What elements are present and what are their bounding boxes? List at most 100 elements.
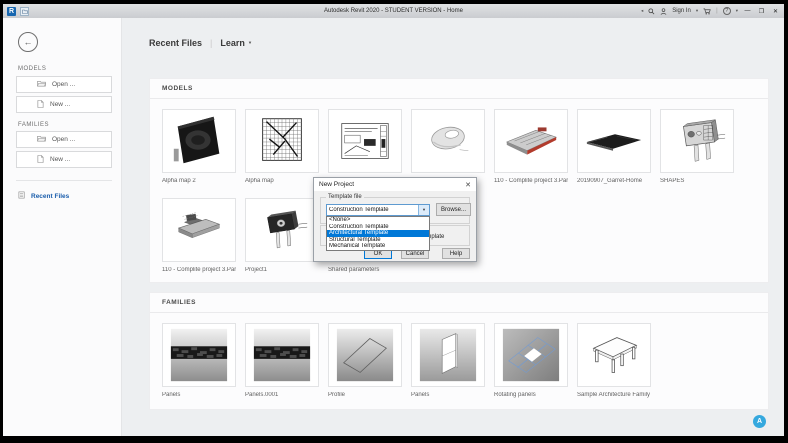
families-open-label: Open ... <box>52 136 75 143</box>
table-thumbnail <box>577 323 651 387</box>
revit-logo-icon[interactable]: R <box>7 7 16 16</box>
titlebar-divider: | <box>716 8 718 14</box>
caret-down-icon[interactable]: ▾ <box>696 9 698 14</box>
dialog-close-icon[interactable]: ✕ <box>465 181 471 189</box>
family-card[interactable]: Profile <box>328 323 402 405</box>
search-icon[interactable] <box>648 8 655 15</box>
card-label: Profile <box>328 392 402 398</box>
card-label: Shared parameters <box>328 267 402 273</box>
card-label: Panels.0001 <box>245 392 319 398</box>
restore-button[interactable]: ❐ <box>757 8 766 15</box>
model-card[interactable]: 110 - Complite project 3.Par... <box>494 109 568 191</box>
new-project-dialog: New Project ✕ Template file Construction… <box>313 177 477 262</box>
model-card[interactable]: 110 - Complite project 3.Par... <box>162 198 236 280</box>
sign-in-link[interactable]: Sign In <box>672 8 691 14</box>
families-new-button[interactable]: New ... <box>16 151 112 168</box>
model-card[interactable]: Alpha map 2 <box>162 109 236 191</box>
families-open-button[interactable]: Open ... <box>16 131 112 148</box>
family-card[interactable]: Panels <box>411 323 485 405</box>
families-row: Panels Panels.0001 Profile Panels <box>150 313 768 405</box>
sidebar-families-label: FAMILIES <box>18 122 49 128</box>
header-separator: | <box>210 38 212 48</box>
user-icon[interactable] <box>660 8 667 15</box>
browse-label: Browse... <box>441 207 466 213</box>
screen: R Autodesk Revit 2020 - STUDENT VERSION … <box>0 0 788 443</box>
template-file-label: Template file <box>326 194 364 200</box>
cart-icon[interactable] <box>703 8 711 15</box>
model-card[interactable]: 20190907_Garret-Home <box>577 109 651 191</box>
close-button[interactable]: ✕ <box>771 8 780 15</box>
flat-dark-thumbnail <box>577 109 651 173</box>
models-open-button[interactable]: Open ... <box>16 76 112 93</box>
card-label: Sample Architecture Family <box>577 392 651 398</box>
alpha-map-thumbnail <box>245 109 319 173</box>
sidebar-item-recent-files[interactable]: Recent Files <box>18 191 69 201</box>
page-header: Recent Files | Learn ▾ <box>149 38 251 48</box>
families-new-label: New ... <box>50 156 70 163</box>
models-open-label: Open ... <box>52 81 75 88</box>
family-card[interactable]: Panels <box>162 323 236 405</box>
cancel-label: Cancel <box>406 251 425 257</box>
card-label: 20190907_Garret-Home <box>577 178 651 184</box>
card-label: SHAPES <box>660 178 734 184</box>
sidebar-models-label: MODELS <box>18 66 46 72</box>
assembly-thumbnail <box>162 198 236 262</box>
card-label: Alpha map 2 <box>162 178 236 184</box>
ok-label: OK <box>374 251 383 257</box>
sheet-drawing-thumbnail <box>328 109 402 173</box>
family-card[interactable]: Rotating panels <box>494 323 568 405</box>
models-section-title: MODELS <box>150 79 768 99</box>
sidebar-divider <box>16 180 112 181</box>
template-combobox[interactable]: Construction Template ▾ <box>326 204 430 216</box>
family-card[interactable]: Sample Architecture Family <box>577 323 651 405</box>
card-label: 110 - Complite project 3.Par... <box>494 178 568 184</box>
family-card[interactable]: Panels.0001 <box>245 323 319 405</box>
model-card[interactable]: Project1 <box>245 198 319 280</box>
families-section: FAMILIES Panels Panels.0001 Profile <box>149 292 769 410</box>
tab-learn[interactable]: Learn <box>220 38 245 48</box>
families-section-title: FAMILIES <box>150 293 768 313</box>
panels-band-thumbnail <box>245 323 319 387</box>
minimize-button[interactable]: — <box>743 8 752 14</box>
browse-button[interactable]: Browse... <box>436 203 471 216</box>
shapes-box-thumbnail <box>660 109 734 173</box>
collapse-left-icon[interactable]: ◂ <box>641 9 643 14</box>
card-label: 110 - Complite project 3.Par... <box>162 267 236 273</box>
titlebar-folder-icon[interactable] <box>20 7 29 16</box>
help-icon[interactable]: ? <box>723 7 731 15</box>
profile-thumbnail <box>328 323 402 387</box>
alpha-map-2-thumbnail <box>162 109 236 173</box>
card-label: Project1 <box>245 267 319 273</box>
back-button[interactable]: ← <box>18 32 38 52</box>
recent-files-label: Recent Files <box>31 193 69 200</box>
tab-recent-files[interactable]: Recent Files <box>149 38 202 48</box>
roof-red-thumbnail <box>494 109 568 173</box>
dialog-title: New Project <box>319 181 354 188</box>
torus-thumbnail <box>411 109 485 173</box>
card-label: Alpha map <box>245 178 319 184</box>
combobox-value: Construction Template <box>327 207 418 213</box>
white-panel-thumbnail <box>411 323 485 387</box>
models-new-label: New ... <box>50 101 70 108</box>
dialog-titlebar[interactable]: New Project ✕ <box>314 178 476 191</box>
model-card[interactable]: SHAPES <box>660 109 734 191</box>
models-new-button[interactable]: New ... <box>16 96 112 113</box>
template-option[interactable]: Mechanical Template <box>327 243 429 250</box>
titlebar: R Autodesk Revit 2020 - STUDENT VERSION … <box>3 4 784 19</box>
folder-open-icon <box>37 135 46 144</box>
caret-down-icon[interactable]: ▾ <box>736 9 738 14</box>
new-file-icon <box>37 155 44 165</box>
card-label: Panels <box>162 392 236 398</box>
rotating-panels-thumbnail <box>494 323 568 387</box>
combobox-arrow-icon[interactable]: ▾ <box>418 205 429 215</box>
card-label: Rotating panels <box>494 392 568 398</box>
caret-down-icon[interactable]: ▾ <box>249 41 251 46</box>
help-label: Help <box>450 251 462 257</box>
help-button[interactable]: Help <box>442 248 470 259</box>
template-dropdown-list: <None>Construction TemplateArchitectural… <box>326 216 430 251</box>
model-card[interactable]: Alpha map <box>245 109 319 191</box>
assistant-icon[interactable]: A <box>753 415 766 428</box>
card-label: Panels <box>411 392 485 398</box>
device-thumbnail <box>245 198 319 262</box>
new-file-icon <box>37 100 44 110</box>
